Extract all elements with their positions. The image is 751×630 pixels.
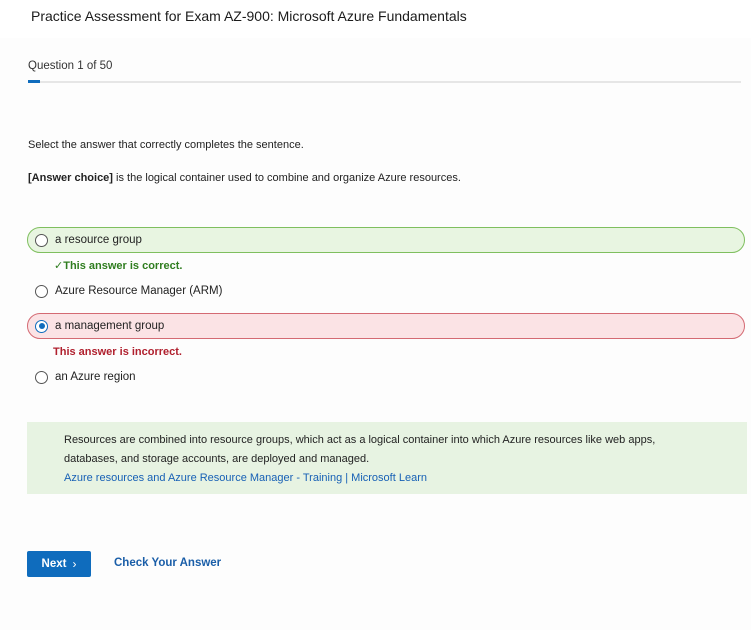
- checkmark-icon: ✓: [54, 260, 64, 272]
- explanation-text: Resources are combined into resource gro…: [64, 434, 656, 465]
- explanation-panel: Resources are combined into resource gro…: [27, 422, 747, 494]
- progress-bar-fill: [28, 80, 40, 83]
- option-label: an Azure region: [55, 371, 136, 383]
- option-label: a management group: [55, 320, 165, 332]
- chevron-right-icon: ›: [72, 557, 77, 571]
- option-azure-region[interactable]: an Azure region: [27, 364, 745, 390]
- radio-unselected-icon[interactable]: [35, 284, 48, 298]
- answer-choice-placeholder: [Answer choice]: [28, 172, 113, 184]
- incorrect-feedback: This answer is incorrect.: [53, 346, 182, 358]
- progress-bar: [28, 80, 741, 83]
- question-text: [Answer choice] is the logical container…: [28, 172, 461, 184]
- question-counter: Question 1 of 50: [28, 60, 113, 72]
- next-button[interactable]: Next ›: [27, 551, 91, 577]
- radio-unselected-icon[interactable]: [35, 370, 48, 384]
- learn-link[interactable]: Azure resources and Azure Resource Manag…: [64, 469, 711, 488]
- option-label: Azure Resource Manager (ARM): [55, 285, 223, 297]
- option-resource-group[interactable]: a resource group: [27, 227, 745, 253]
- next-button-label: Next: [41, 558, 67, 570]
- question-instruction: Select the answer that correctly complet…: [28, 139, 304, 151]
- radio-selected-icon[interactable]: [35, 319, 48, 333]
- option-label: a resource group: [55, 234, 142, 246]
- option-arm[interactable]: Azure Resource Manager (ARM): [27, 278, 745, 304]
- page-title: Practice Assessment for Exam AZ-900: Mic…: [31, 8, 467, 24]
- option-management-group[interactable]: a management group: [27, 313, 745, 339]
- check-answer-button[interactable]: Check Your Answer: [114, 557, 221, 569]
- correct-feedback: ✓This answer is correct.: [54, 260, 183, 272]
- question-sentence: is the logical container used to combine…: [112, 172, 461, 184]
- radio-unselected-icon[interactable]: [35, 233, 48, 247]
